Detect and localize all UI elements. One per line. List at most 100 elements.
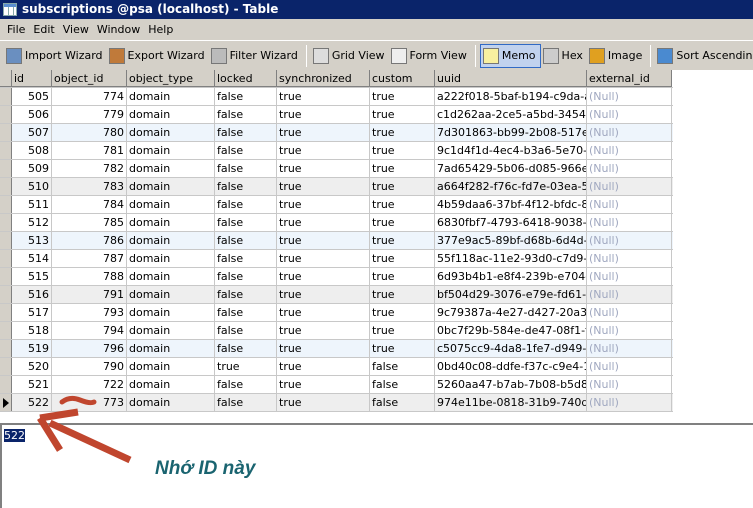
cell-custom[interactable]: false: [370, 358, 435, 375]
row-selector[interactable]: [0, 322, 12, 339]
table-row[interactable]: 518 794 domain false true true 0bc7f29b-584e-d…: [0, 322, 673, 340]
cell-external_id[interactable]: (Null): [587, 214, 672, 231]
cell-object_type[interactable]: domain: [127, 160, 215, 177]
row-selector[interactable]: [0, 214, 12, 231]
cell-synchronized[interactable]: true: [277, 142, 370, 159]
table-row[interactable]: 508 781 domain false true true 9c1d4f1d-4ec4-b…: [0, 142, 673, 160]
cell-external_id[interactable]: (Null): [587, 268, 672, 285]
cell-external_id[interactable]: (Null): [587, 178, 672, 195]
cell-synchronized[interactable]: true: [277, 124, 370, 141]
cell-external_id[interactable]: (Null): [587, 160, 672, 177]
cell-external_id[interactable]: (Null): [587, 322, 672, 339]
cell-locked[interactable]: false: [215, 196, 277, 213]
cell-uuid[interactable]: c5075cc9-4da8-1fe7-d949-aa: [435, 340, 587, 357]
cell-custom[interactable]: true: [370, 268, 435, 285]
row-selector[interactable]: [0, 106, 12, 123]
menu-file[interactable]: File: [3, 23, 29, 36]
cell-custom[interactable]: true: [370, 88, 435, 105]
cell-locked[interactable]: false: [215, 214, 277, 231]
cell-id[interactable]: 510: [12, 178, 52, 195]
cell-custom[interactable]: true: [370, 286, 435, 303]
cell-object_type[interactable]: domain: [127, 196, 215, 213]
cell-id[interactable]: 519: [12, 340, 52, 357]
table-row[interactable]: 510 783 domain false true true a664f282-f76c-f…: [0, 178, 673, 196]
cell-custom[interactable]: false: [370, 394, 435, 411]
cell-uuid[interactable]: 6830fbf7-4793-6418-9038-fc4: [435, 214, 587, 231]
cell-object_id[interactable]: 791: [52, 286, 127, 303]
cell-uuid[interactable]: a664f282-f76c-fd7e-03ea-58f: [435, 178, 587, 195]
cell-external_id[interactable]: (Null): [587, 250, 672, 267]
cell-external_id[interactable]: (Null): [587, 124, 672, 141]
cell-custom[interactable]: true: [370, 214, 435, 231]
cell-synchronized[interactable]: true: [277, 286, 370, 303]
import-wizard-button[interactable]: Import Wizard: [4, 44, 107, 68]
grid-view-button[interactable]: Grid View: [311, 44, 389, 68]
table-row[interactable]: 513 786 domain false true true 377e9ac5-89bf-d…: [0, 232, 673, 250]
cell-locked[interactable]: false: [215, 178, 277, 195]
cell-uuid[interactable]: 0bd40c08-ddfe-f37c-c9e4-153: [435, 358, 587, 375]
cell-custom[interactable]: true: [370, 322, 435, 339]
table-row[interactable]: 520 790 domain true true false 0bd40c08-ddfe-f…: [0, 358, 673, 376]
cell-locked[interactable]: false: [215, 88, 277, 105]
cell-uuid[interactable]: 7d301863-bb99-2b08-517e-76: [435, 124, 587, 141]
row-selector[interactable]: [0, 268, 12, 285]
cell-object_type[interactable]: domain: [127, 214, 215, 231]
cell-locked[interactable]: false: [215, 106, 277, 123]
row-selector[interactable]: [0, 88, 12, 105]
table-row[interactable]: 514 787 domain false true true 55f118ac-11e2-9…: [0, 250, 673, 268]
cell-object_id[interactable]: 781: [52, 142, 127, 159]
cell-custom[interactable]: true: [370, 340, 435, 357]
row-selector[interactable]: [0, 142, 12, 159]
cell-uuid[interactable]: 6d93b4b1-e8f4-239b-e704-74: [435, 268, 587, 285]
cell-object_type[interactable]: domain: [127, 322, 215, 339]
cell-custom[interactable]: true: [370, 160, 435, 177]
cell-uuid[interactable]: 55f118ac-11e2-93d0-c7d9-b8: [435, 250, 587, 267]
cell-synchronized[interactable]: true: [277, 376, 370, 393]
cell-custom[interactable]: true: [370, 196, 435, 213]
cell-locked[interactable]: true: [215, 358, 277, 375]
cell-object_id[interactable]: 774: [52, 88, 127, 105]
cell-object_id[interactable]: 782: [52, 160, 127, 177]
sort-ascending-button[interactable]: Sort Ascending: [655, 44, 753, 68]
cell-uuid[interactable]: 0bc7f29b-584e-de47-08f1-f21: [435, 322, 587, 339]
cell-synchronized[interactable]: true: [277, 160, 370, 177]
cell-object_id[interactable]: 788: [52, 268, 127, 285]
cell-uuid[interactable]: 4b59daa6-37bf-4f12-bfdc-8b2: [435, 196, 587, 213]
cell-id[interactable]: 507: [12, 124, 52, 141]
cell-id[interactable]: 517: [12, 304, 52, 321]
cell-synchronized[interactable]: true: [277, 268, 370, 285]
cell-id[interactable]: 520: [12, 358, 52, 375]
column-header-object_id[interactable]: object_id: [52, 70, 127, 87]
cell-custom[interactable]: true: [370, 178, 435, 195]
cell-object_id[interactable]: 779: [52, 106, 127, 123]
cell-id[interactable]: 514: [12, 250, 52, 267]
column-header-synchronized[interactable]: synchronized: [277, 70, 370, 87]
cell-object_id[interactable]: 783: [52, 178, 127, 195]
row-selector[interactable]: [0, 286, 12, 303]
table-row[interactable]: 506 779 domain false true true c1d262aa-2ce5-a…: [0, 106, 673, 124]
cell-object_id[interactable]: 785: [52, 214, 127, 231]
table-row[interactable]: 507 780 domain false true true 7d301863-bb99-2…: [0, 124, 673, 142]
cell-external_id[interactable]: (Null): [587, 196, 672, 213]
cell-locked[interactable]: false: [215, 142, 277, 159]
cell-synchronized[interactable]: true: [277, 394, 370, 411]
cell-id[interactable]: 513: [12, 232, 52, 249]
cell-object_type[interactable]: domain: [127, 88, 215, 105]
menu-view[interactable]: View: [59, 23, 93, 36]
cell-object_type[interactable]: domain: [127, 232, 215, 249]
cell-uuid[interactable]: 377e9ac5-89bf-d68b-6d4d-33: [435, 232, 587, 249]
cell-id[interactable]: 505: [12, 88, 52, 105]
cell-object_id[interactable]: 780: [52, 124, 127, 141]
row-selector[interactable]: [0, 250, 12, 267]
cell-object_id[interactable]: 793: [52, 304, 127, 321]
cell-custom[interactable]: true: [370, 250, 435, 267]
cell-object_type[interactable]: domain: [127, 340, 215, 357]
form-view-button[interactable]: Form View: [389, 44, 471, 68]
cell-object_type[interactable]: domain: [127, 250, 215, 267]
cell-locked[interactable]: false: [215, 286, 277, 303]
cell-custom[interactable]: true: [370, 142, 435, 159]
cell-id[interactable]: 506: [12, 106, 52, 123]
cell-object_type[interactable]: domain: [127, 358, 215, 375]
cell-object_type[interactable]: domain: [127, 124, 215, 141]
cell-locked[interactable]: false: [215, 322, 277, 339]
